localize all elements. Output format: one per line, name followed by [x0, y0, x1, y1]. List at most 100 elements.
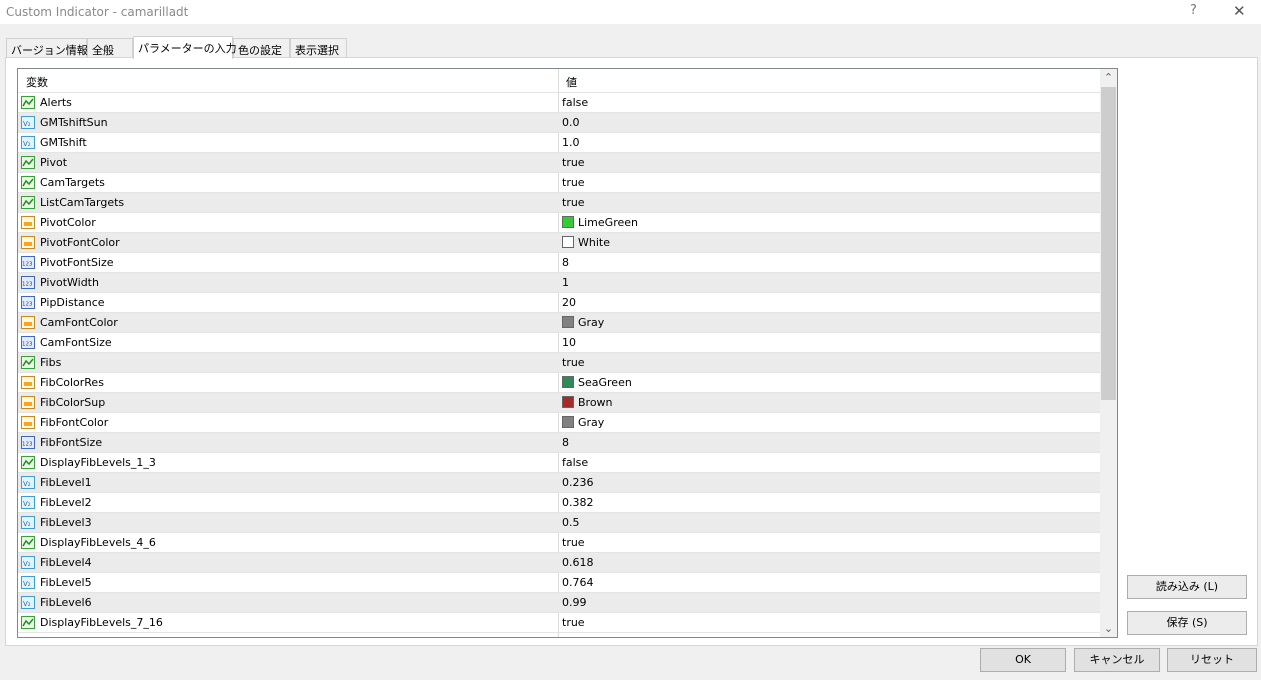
- parameter-rows: Alerts false V₂ GMTshiftSun 0.0 V₂ GMTshift 1.0…: [18, 93, 1100, 633]
- parameter-row[interactable]: 123 FibFontSize 8: [18, 433, 1100, 453]
- parameter-value[interactable]: 1.0: [562, 136, 580, 149]
- color-swatch: [562, 216, 574, 228]
- parameter-value[interactable]: false: [562, 96, 588, 109]
- parameter-row[interactable]: FibFontColor Gray: [18, 413, 1100, 433]
- color-swatch: [562, 316, 574, 328]
- column-header-value[interactable]: 値: [566, 74, 577, 90]
- parameter-value[interactable]: 0.236: [562, 476, 594, 489]
- parameter-value[interactable]: 0.764: [562, 576, 594, 589]
- parameter-name: ListCamTargets: [40, 196, 125, 209]
- parameter-row[interactable]: 123 PipDistance 20: [18, 293, 1100, 313]
- parameter-name: DisplayFibLevels_7_16: [40, 616, 163, 629]
- tab-visualization[interactable]: 表示選択: [290, 38, 347, 58]
- parameter-row[interactable]: CamTargets true: [18, 173, 1100, 193]
- parameter-value[interactable]: Brown: [578, 396, 613, 409]
- parameter-value[interactable]: true: [562, 536, 585, 549]
- parameter-name: FibLevel4: [40, 556, 92, 569]
- parameter-row[interactable]: ListCamTargets true: [18, 193, 1100, 213]
- parameter-row[interactable]: Pivot true: [18, 153, 1100, 173]
- parameter-row[interactable]: PivotColor LimeGreen: [18, 213, 1100, 233]
- parameter-name: FibLevel5: [40, 576, 92, 589]
- color-icon: [21, 416, 35, 429]
- parameter-value[interactable]: true: [562, 196, 585, 209]
- svg-text:V₂: V₂: [23, 140, 31, 148]
- parameter-row[interactable]: DisplayFibLevels_4_6 true: [18, 533, 1100, 553]
- parameter-value[interactable]: 0.618: [562, 556, 594, 569]
- svg-text:123: 123: [22, 282, 33, 288]
- parameter-row[interactable]: 123 CamFontSize 10: [18, 333, 1100, 353]
- reset-button[interactable]: リセット: [1167, 648, 1257, 672]
- parameter-row[interactable]: 123 PivotFontSize 8: [18, 253, 1100, 273]
- parameter-row[interactable]: V₂ FibLevel4 0.618: [18, 553, 1100, 573]
- parameter-name: FibLevel1: [40, 476, 92, 489]
- parameter-name: DisplayFibLevels_4_6: [40, 536, 156, 549]
- parameter-name: GMTshift: [40, 136, 87, 149]
- parameter-row[interactable]: 123 PivotWidth 1: [18, 273, 1100, 293]
- help-button[interactable]: ?: [1190, 3, 1197, 18]
- scroll-down-arrow-icon[interactable]: ⌄: [1100, 620, 1117, 637]
- tab-input-parameters[interactable]: パラメーターの入力: [133, 36, 237, 59]
- tab-color-settings[interactable]: 色の設定: [233, 38, 290, 58]
- parameter-name: CamFontSize: [40, 336, 112, 349]
- parameter-row[interactable]: CamFontColor Gray: [18, 313, 1100, 333]
- bool-icon: [21, 616, 35, 629]
- scroll-thumb[interactable]: [1101, 87, 1116, 400]
- integer-icon: 123: [21, 296, 35, 309]
- save-button[interactable]: 保存 (S): [1127, 611, 1247, 635]
- parameter-name: PivotFontColor: [40, 236, 120, 249]
- parameter-value[interactable]: true: [562, 616, 585, 629]
- ok-button[interactable]: OK: [980, 648, 1066, 672]
- column-header-variable[interactable]: 変数: [26, 74, 48, 90]
- color-swatch: [562, 376, 574, 388]
- parameter-value[interactable]: SeaGreen: [578, 376, 632, 389]
- parameter-name: PivotWidth: [40, 276, 99, 289]
- parameter-value[interactable]: 0.99: [562, 596, 587, 609]
- parameter-value[interactable]: Gray: [578, 416, 604, 429]
- parameter-value[interactable]: 0.382: [562, 496, 594, 509]
- parameter-value[interactable]: LimeGreen: [578, 216, 638, 229]
- parameter-row[interactable]: PivotFontColor White: [18, 233, 1100, 253]
- parameter-value[interactable]: 10: [562, 336, 576, 349]
- svg-text:V₂: V₂: [23, 600, 31, 608]
- parameter-row[interactable]: DisplayFibLevels_7_16 true: [18, 613, 1100, 633]
- bool-icon: [21, 536, 35, 549]
- parameter-value[interactable]: White: [578, 236, 610, 249]
- parameter-value[interactable]: 8: [562, 256, 569, 269]
- parameter-value[interactable]: false: [562, 456, 588, 469]
- double-icon: V₂: [21, 576, 35, 589]
- parameter-row[interactable]: Fibs true: [18, 353, 1100, 373]
- grid-header: 変数 値: [18, 69, 1100, 93]
- parameter-row[interactable]: V₂ FibLevel1 0.236: [18, 473, 1100, 493]
- parameter-name: FibColorSup: [40, 396, 106, 409]
- parameter-row[interactable]: V₂ FibLevel3 0.5: [18, 513, 1100, 533]
- parameter-value[interactable]: Gray: [578, 316, 604, 329]
- parameter-row[interactable]: FibColorRes SeaGreen: [18, 373, 1100, 393]
- parameter-value[interactable]: 8: [562, 436, 569, 449]
- parameter-name: PivotColor: [40, 216, 96, 229]
- parameter-value[interactable]: 20: [562, 296, 576, 309]
- parameter-row[interactable]: V₂ FibLevel6 0.99: [18, 593, 1100, 613]
- close-button[interactable]: ✕: [1233, 2, 1246, 20]
- double-icon: V₂: [21, 476, 35, 489]
- parameter-row[interactable]: V₂ FibLevel2 0.382: [18, 493, 1100, 513]
- load-button[interactable]: 読み込み (L): [1127, 575, 1247, 599]
- cancel-button[interactable]: キャンセル: [1074, 648, 1160, 672]
- parameter-row[interactable]: V₂ GMTshift 1.0: [18, 133, 1100, 153]
- double-icon: V₂: [21, 496, 35, 509]
- parameter-value[interactable]: true: [562, 156, 585, 169]
- parameter-value[interactable]: 0.5: [562, 516, 580, 529]
- tab-version-info[interactable]: バージョン情報: [6, 38, 88, 58]
- parameter-value[interactable]: true: [562, 176, 585, 189]
- scroll-up-arrow-icon[interactable]: ⌃: [1100, 69, 1117, 86]
- parameter-row[interactable]: DisplayFibLevels_1_3 false: [18, 453, 1100, 473]
- parameter-value[interactable]: 0.0: [562, 116, 580, 129]
- parameter-row[interactable]: V₂ FibLevel5 0.764: [18, 573, 1100, 593]
- parameter-value[interactable]: 1: [562, 276, 569, 289]
- parameter-row[interactable]: V₂ GMTshiftSun 0.0: [18, 113, 1100, 133]
- parameter-row[interactable]: FibColorSup Brown: [18, 393, 1100, 413]
- parameter-name: PipDistance: [40, 296, 105, 309]
- vertical-scrollbar[interactable]: ⌃ ⌄: [1100, 69, 1117, 637]
- parameter-row[interactable]: Alerts false: [18, 93, 1100, 113]
- tab-general[interactable]: 全般: [87, 38, 133, 58]
- parameter-value[interactable]: true: [562, 356, 585, 369]
